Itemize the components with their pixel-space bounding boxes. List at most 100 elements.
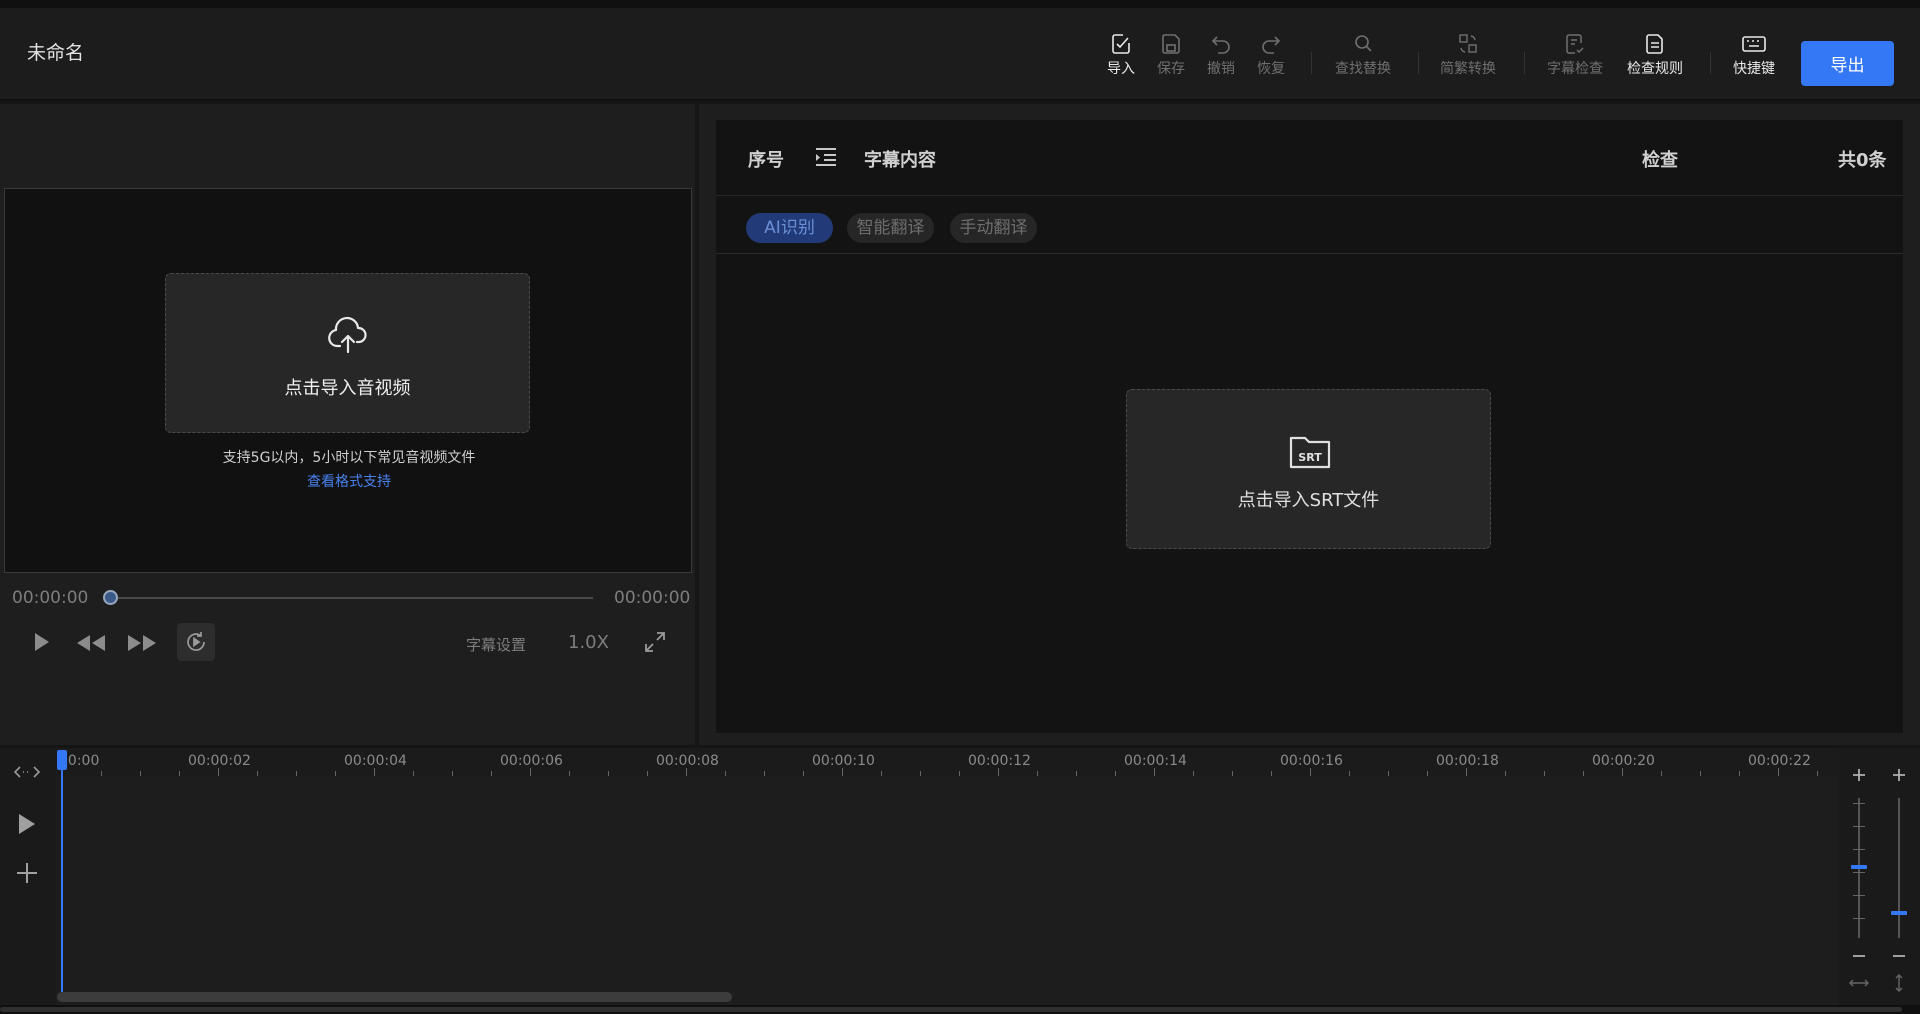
timeline-ruler[interactable]: 00:00 00:00:02 00:00:04 00:00:06 00:00:08 00:…: [56, 748, 1838, 776]
timeline-tick-label: 00:00:10: [812, 753, 875, 769]
document-title[interactable]: 未命名: [27, 38, 84, 65]
player-panel: 点击导入音视频 支持5G以内，5小时以下常见音视频文件 查看格式支持 00:00…: [0, 104, 695, 745]
play-icon[interactable]: [32, 631, 52, 653]
toolbar-divider: [1311, 52, 1312, 74]
zoom-in-icon[interactable]: [1892, 768, 1906, 782]
zoom-tick: [1853, 803, 1865, 804]
export-button[interactable]: 导出: [1801, 41, 1894, 86]
tab-ai-recognition[interactable]: AI识别: [746, 213, 833, 243]
timeline-tick: [1778, 768, 1779, 776]
fullscreen-icon[interactable]: [644, 631, 666, 653]
redo-label: 恢复: [1257, 61, 1285, 77]
timeline-tick-label: 00:00:18: [1436, 753, 1499, 769]
check-rules-button[interactable]: 检查规则: [1625, 32, 1685, 78]
timeline-tick-label: 00:00:16: [1280, 753, 1343, 769]
import-icon: [1112, 34, 1130, 54]
zoom-in-icon[interactable]: [1852, 768, 1866, 782]
page-horizontal-scrollbar[interactable]: [0, 1007, 1902, 1012]
timeline-tick: [686, 768, 687, 776]
redo-icon: [1262, 36, 1281, 54]
subtitle-check-button[interactable]: 字幕检查: [1545, 32, 1605, 78]
zoom-tick: [1853, 849, 1865, 850]
timeline-tick: [218, 768, 219, 776]
save-icon: [1162, 34, 1180, 54]
vertical-arrows-icon: [1895, 974, 1903, 992]
timeline-tick-label: 00:00:08: [656, 753, 719, 769]
vertical-zoom-track[interactable]: [1898, 798, 1900, 938]
convert-button[interactable]: 简繁转换: [1438, 32, 1498, 78]
undo-icon: [1211, 36, 1230, 54]
playhead-handle[interactable]: [57, 750, 67, 770]
subtitle-check-label: 字幕检查: [1547, 61, 1603, 77]
rewind-icon[interactable]: [76, 634, 106, 652]
timeline-track[interactable]: [56, 776, 1838, 1014]
timeline-tools: [0, 748, 56, 1014]
timeline-tick-label: 00:00:12: [968, 753, 1031, 769]
find-replace-label: 查找替换: [1335, 61, 1391, 77]
playhead-line[interactable]: [61, 750, 63, 992]
subtitle-list-header: 序号 字幕内容 检查 共0条: [716, 120, 1903, 196]
timeline-tick: [530, 768, 531, 776]
zoom-tick: [1853, 826, 1865, 827]
progress-knob[interactable]: [103, 590, 118, 605]
keyboard-icon: [1742, 36, 1766, 52]
playback-speed[interactable]: 1.0X: [568, 632, 609, 653]
convert-icon: [1459, 34, 1477, 53]
fast-forward-icon[interactable]: [127, 634, 157, 652]
cloud-upload-icon: [328, 316, 367, 354]
indent-icon[interactable]: [814, 146, 838, 168]
toolbar-divider: [1524, 52, 1525, 74]
import-media-dropzone[interactable]: 点击导入音视频: [165, 273, 530, 433]
timeline-tick: [842, 768, 843, 776]
format-support-link[interactable]: 查看格式支持: [5, 471, 693, 491]
current-time: 00:00:00: [12, 588, 89, 608]
progress-track[interactable]: [110, 597, 593, 599]
search-icon: [1355, 35, 1372, 52]
horizontal-zoom-thumb[interactable]: [1851, 865, 1867, 869]
top-header: 未命名 导入 保存 撤销 恢复 查找替换 简繁转换 字幕检查 检查规则 快捷键 …: [0, 0, 1920, 100]
timeline-tick: [1310, 768, 1311, 776]
loop-play-icon: [187, 632, 205, 651]
import-srt-dropzone[interactable]: SRT 点击导入SRT文件: [1126, 389, 1491, 549]
timeline-tick: [1154, 768, 1155, 776]
timeline-horizontal-scrollbar[interactable]: [57, 992, 732, 1002]
svg-text:SRT: SRT: [1298, 451, 1322, 464]
rules-icon: [1646, 34, 1663, 54]
vertical-zoom-control: [1879, 748, 1919, 1014]
timeline-tick-label: 00:00:20: [1592, 753, 1655, 769]
subtitle-tabs: AI识别 智能翻译 手动翻译: [716, 197, 1903, 254]
add-track-icon[interactable]: [16, 862, 38, 884]
import-srt-label: 点击导入SRT文件: [1237, 490, 1380, 511]
convert-label: 简繁转换: [1440, 61, 1496, 77]
vertical-zoom-thumb[interactable]: [1891, 911, 1907, 915]
column-index: 序号: [748, 150, 784, 171]
subtitle-check-icon: [1566, 34, 1584, 54]
subtitle-count: 共0条: [1838, 150, 1887, 171]
toolbar-divider: [1418, 52, 1419, 74]
zoom-tick: [1853, 918, 1865, 919]
timeline-tick-label: 00:00:22: [1748, 753, 1811, 769]
total-time: 00:00:00: [614, 588, 691, 608]
import-media-label: 点击导入音视频: [284, 378, 411, 399]
timeline-tick-label: 00:00:02: [188, 753, 251, 769]
subtitle-panel: 序号 字幕内容 检查 共0条 AI识别 智能翻译 手动翻译 SRT 点击导入SR…: [699, 104, 1920, 745]
tab-smart-translate[interactable]: 智能翻译: [847, 213, 934, 243]
upload-hint-text: 支持5G以内，5小时以下常见音视频文件: [222, 450, 476, 466]
redo-button[interactable]: 恢复: [1241, 32, 1301, 78]
expand-icon[interactable]: [14, 765, 40, 779]
tab-manual-translate[interactable]: 手动翻译: [950, 213, 1037, 243]
shortcuts-button[interactable]: 快捷键: [1724, 32, 1784, 78]
timeline-play-icon[interactable]: [17, 813, 37, 835]
timeline-tick-label: 00:00:04: [344, 753, 407, 769]
toolbar-divider: [1710, 52, 1711, 74]
column-check: 检查: [1642, 150, 1678, 171]
horizontal-arrows-icon: [1849, 979, 1869, 987]
zoom-out-icon[interactable]: [1852, 954, 1866, 958]
subtitle-settings-button[interactable]: 字幕设置: [466, 634, 526, 655]
loop-play-button[interactable]: [177, 623, 215, 661]
zoom-tick: [1853, 895, 1865, 896]
find-replace-button[interactable]: 查找替换: [1333, 32, 1393, 78]
zoom-out-icon[interactable]: [1892, 954, 1906, 958]
check-rules-label: 检查规则: [1627, 61, 1683, 77]
timeline-tick: [998, 768, 999, 776]
